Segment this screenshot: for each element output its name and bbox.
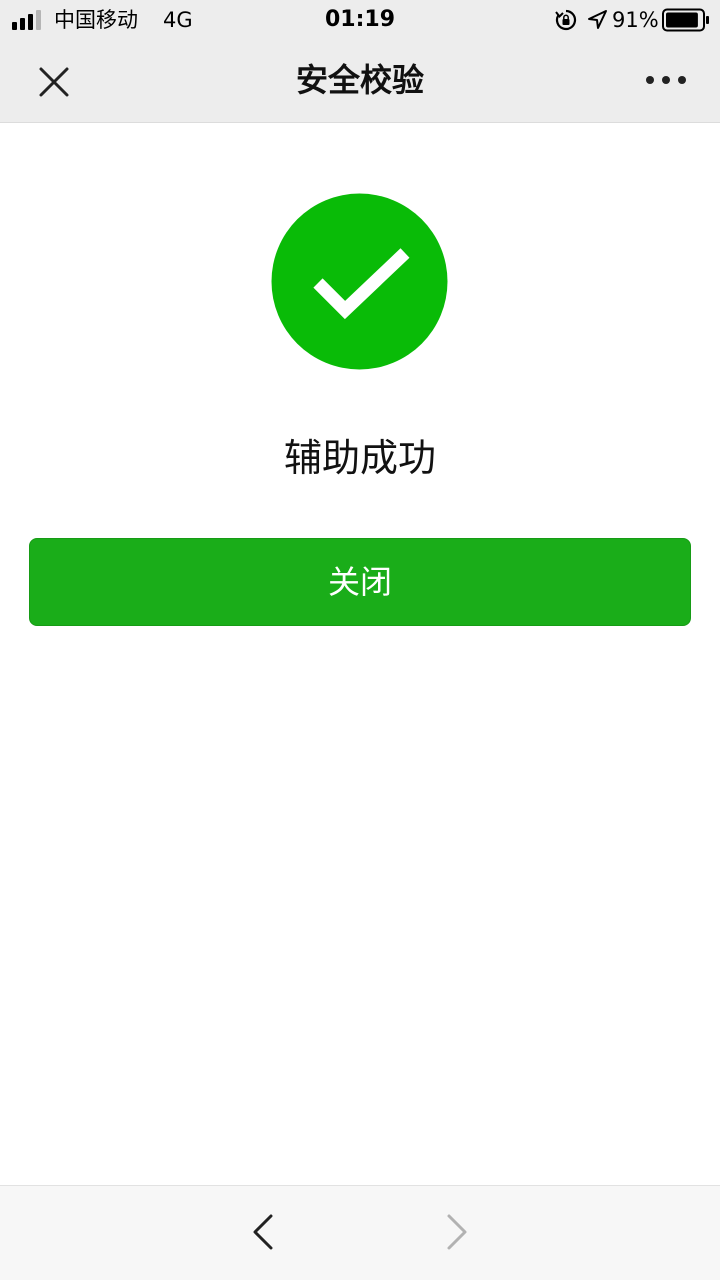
rotation-lock-icon <box>555 9 577 31</box>
check-circle-icon <box>271 193 448 370</box>
chevron-right-icon <box>447 1214 467 1250</box>
result-message: 辅助成功 <box>283 436 436 480</box>
more-icon[interactable] <box>640 60 692 100</box>
nav-bar: 安全校验 <box>0 40 720 123</box>
page-title: 安全校验 <box>295 61 424 99</box>
close-button[interactable]: 关闭 <box>29 538 691 626</box>
battery-icon <box>662 8 709 32</box>
bottom-toolbar <box>0 1185 720 1280</box>
chevron-left-icon[interactable] <box>240 1208 288 1256</box>
battery-percent: 91% <box>612 8 659 32</box>
close-icon[interactable] <box>30 58 78 106</box>
status-bar: 中国移动 4G 01:19 91% <box>0 0 720 40</box>
location-arrow-icon <box>588 10 607 29</box>
screen: 中国移动 4G 01:19 91% 安全校验 辅助成功 关闭 <box>0 0 720 1280</box>
